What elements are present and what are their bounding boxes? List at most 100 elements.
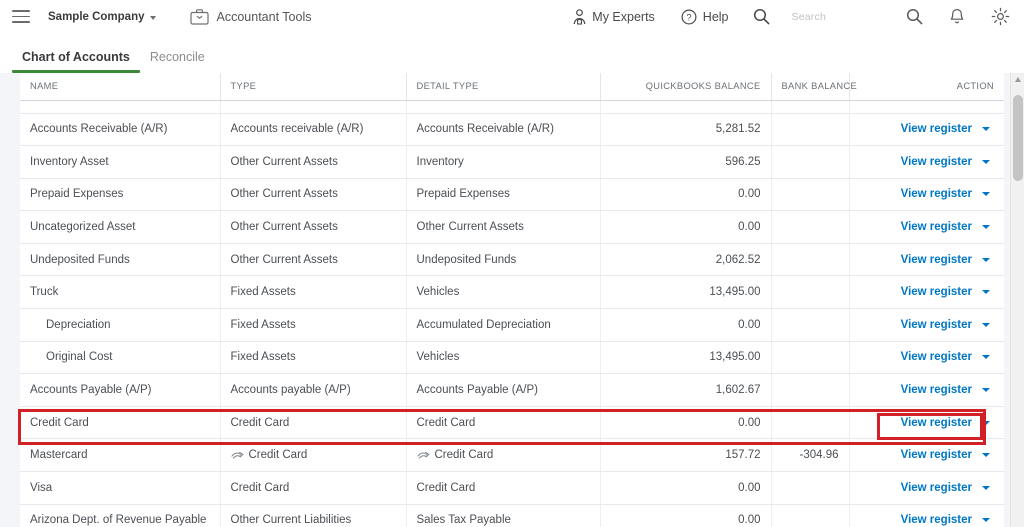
cell-action: View register [848, 113, 1004, 147]
chevron-down-icon[interactable] [982, 290, 990, 295]
view-register-label: View register [900, 155, 972, 168]
cell-detail-type-label: Accounts Receivable (A/R) [416, 123, 554, 136]
global-search-icon[interactable] [906, 8, 923, 25]
cell-account-type-label: Accounts receivable (A/R) [230, 123, 364, 136]
gear-icon[interactable] [991, 7, 1010, 26]
briefcase-icon [189, 9, 209, 25]
table-row[interactable]: Accounts Payable (A/P) Accounts payable (… [20, 373, 1004, 407]
chart-of-accounts-page: NAME TYPE DETAIL TYPE QUICKBOOKS BALANCE… [0, 73, 1024, 527]
chevron-down-icon[interactable] [982, 453, 990, 458]
view-register-button[interactable]: View register [901, 221, 990, 233]
tab-chart-of-accounts[interactable]: Chart of Accounts [12, 50, 140, 73]
table-row[interactable]: Credit Card Credit Card Credit Card 0.00 Vie… [20, 406, 1004, 440]
chevron-down-icon[interactable] [982, 485, 990, 490]
top-header-bar: Sample Company Accountant Tools My Exper… [0, 0, 1024, 33]
chevron-down-icon[interactable] [982, 420, 990, 425]
view-register-button[interactable]: View register [901, 319, 990, 331]
cell-detail-type-label: Prepaid Expenses [416, 188, 510, 201]
table-row[interactable]: Original Cost Fixed Assets Vehicles 13,495.… [20, 341, 1004, 375]
table-row[interactable]: Accounts Receivable (A/R) Accounts receiv… [20, 113, 1004, 147]
view-register-label: View register [900, 384, 972, 397]
chevron-down-icon[interactable] [982, 192, 990, 197]
cell-detail-type: Accumulated Depreciation [405, 308, 600, 342]
column-header-type[interactable]: TYPE [219, 73, 406, 101]
cell-action: View register [848, 438, 1004, 473]
view-register-button[interactable]: View register [901, 384, 990, 396]
my-experts-label: My Experts [592, 9, 655, 24]
view-register-button[interactable]: View register [901, 417, 990, 429]
cell-detail-type: Vehicles [405, 275, 600, 310]
view-register-button[interactable]: View register [901, 482, 990, 494]
vertical-scrollbar[interactable] [1010, 73, 1024, 527]
chevron-down-icon[interactable] [982, 127, 990, 132]
cell-bank-balance [770, 275, 849, 310]
table-row[interactable]: Undeposited Funds Other Current Assets Und… [20, 243, 1004, 277]
help-button[interactable]: ? Help [681, 8, 729, 25]
view-register-button[interactable]: View register [901, 123, 990, 135]
cell-quickbooks-balance: 0.00 [599, 308, 771, 342]
cell-account-name: Depreciation [20, 308, 220, 342]
chevron-down-icon[interactable] [982, 225, 990, 230]
cell-action: View register [848, 406, 1004, 440]
table-row[interactable]: Uncategorized Asset Other Current Assets O… [20, 210, 1004, 244]
view-register-label: View register [900, 481, 972, 494]
table-row[interactable]: Prepaid Expenses Other Current Assets Prep… [20, 178, 1004, 212]
search-toggle-icon[interactable] [753, 8, 770, 25]
table-header-row: NAME TYPE DETAIL TYPE QUICKBOOKS BALANCE… [20, 73, 1004, 101]
accountant-tools-button[interactable]: Accountant Tools [189, 8, 311, 25]
cell-detail-type: Other Current Assets [405, 210, 600, 244]
view-register-button[interactable]: View register [901, 514, 990, 526]
cell-bank-balance [770, 178, 849, 212]
view-register-button[interactable]: View register [901, 188, 990, 200]
cell-detail-type-label: Credit Card [434, 449, 494, 462]
view-register-button[interactable]: View register [901, 286, 990, 298]
chevron-down-icon[interactable] [982, 322, 990, 327]
cell-account-name: Arizona Dept. of Revenue Payable [20, 504, 220, 527]
table-row[interactable]: Arizona Dept. of Revenue Payable Other Cu… [20, 504, 1004, 527]
cell-bank-balance [770, 406, 849, 440]
cell-bank-balance [770, 243, 849, 277]
cell-account-name: Accounts Payable (A/P) [20, 373, 220, 407]
chevron-down-icon[interactable] [982, 518, 990, 523]
cell-account-type-label: Other Current Assets [230, 188, 338, 201]
view-register-button[interactable]: View register [901, 156, 990, 168]
chevron-down-icon[interactable] [982, 159, 990, 164]
notifications-icon[interactable] [949, 8, 965, 26]
cell-detail-type-label: Undeposited Funds [416, 253, 517, 266]
chevron-down-icon[interactable] [982, 388, 990, 393]
cell-detail-type-label: Credit Card [416, 416, 476, 429]
table-row[interactable]: Visa Credit Card Credit Card 0.00 View regis… [20, 471, 1004, 505]
cell-quickbooks-balance: 0.00 [599, 471, 771, 505]
hamburger-icon[interactable] [12, 10, 30, 23]
company-switcher[interactable]: Sample Company [48, 11, 156, 23]
scroll-up-arrow-icon[interactable] [1014, 77, 1021, 82]
cell-bank-balance [770, 145, 849, 179]
chevron-down-icon[interactable] [982, 355, 990, 360]
cell-account-name: Truck [20, 275, 220, 310]
cell-detail-type: Accounts Payable (A/P) [405, 373, 600, 407]
cell-quickbooks-balance: 0.00 [599, 178, 771, 212]
cell-detail-type: Undeposited Funds [405, 243, 600, 277]
my-experts-button[interactable]: My Experts [573, 8, 655, 25]
table-row[interactable]: Truck Fixed Assets Vehicles 13,495.00 View r… [20, 275, 1004, 310]
table-row[interactable]: Depreciation Fixed Assets Accumulated Depr… [20, 308, 1004, 342]
tab-reconcile[interactable]: Reconcile [140, 50, 215, 73]
view-register-button[interactable]: View register [901, 254, 990, 266]
cell-account-type-label: Credit Card [230, 481, 290, 494]
table-row[interactable]: Inventory Asset Other Current Assets Inven… [20, 145, 1004, 179]
cell-bank-balance [770, 113, 849, 147]
scrollbar-thumb[interactable] [1013, 95, 1023, 181]
cell-detail-type: Sales Tax Payable [405, 504, 600, 527]
cell-action: View register [848, 308, 1004, 342]
cell-account-name: Accounts Receivable (A/R) [20, 113, 220, 147]
column-header-detail-type[interactable]: DETAIL TYPE [405, 73, 600, 101]
chevron-down-icon[interactable] [982, 257, 990, 262]
column-header-quickbooks-balance[interactable]: QUICKBOOKS BALANCE [599, 73, 771, 101]
search-input[interactable]: Search [792, 11, 826, 23]
view-register-button[interactable]: View register [901, 449, 990, 461]
table-row[interactable]: Mastercard Credit Card Credit Card 157.72 -3… [20, 438, 1004, 473]
view-register-button[interactable]: View register [901, 351, 990, 363]
view-register-label: View register [900, 123, 972, 136]
column-header-bank-balance[interactable]: BANK BALANCE [770, 73, 857, 101]
column-header-name[interactable]: NAME [20, 73, 220, 101]
